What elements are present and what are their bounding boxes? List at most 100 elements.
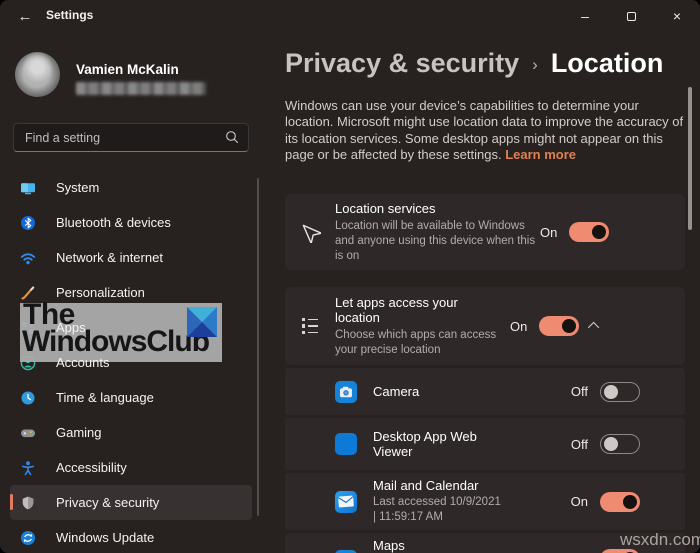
site-watermark: wsxdn.com (620, 530, 700, 550)
app-name: Camera (373, 384, 571, 399)
system-icon (20, 180, 36, 196)
camera-toggle[interactable] (600, 382, 640, 402)
windowsclub-watermark: The WindowsClub (20, 303, 222, 362)
app-last-accessed-date: Last accessed 10/9/2021 (373, 495, 571, 510)
location-arrow-icon (285, 221, 335, 243)
sidebar-item-label: Windows Update (56, 530, 154, 545)
user-email-redacted (76, 82, 206, 95)
chevron-right-icon: › (532, 55, 538, 75)
page-description: Windows can use your device’s capabiliti… (285, 98, 684, 163)
app-name: Maps (373, 538, 571, 553)
selected-accent-bar (10, 494, 13, 510)
window-title: Settings (46, 8, 93, 22)
sidebar-item-label: System (56, 180, 99, 195)
app-last-accessed-time: | 11:59:17 AM (373, 510, 571, 525)
app-row-mail-calendar[interactable]: Mail and Calendar Last accessed 10/9/202… (285, 473, 685, 530)
bluetooth-icon (20, 215, 36, 231)
mail-app-icon (335, 491, 357, 513)
setting-title: Let apps access your location (335, 295, 490, 325)
toggle-knob (562, 319, 576, 333)
collapse-chevron-icon[interactable] (588, 322, 599, 333)
setting-subtitle: Choose which apps can access your precis… (335, 328, 507, 358)
camera-app-icon (335, 381, 357, 403)
user-name: Vamien McKalin (76, 62, 179, 77)
app-controls: Off (571, 434, 685, 454)
toggle-state-label: Off (571, 384, 588, 399)
desktop-app-web-viewer-toggle[interactable] (600, 434, 640, 454)
setting-controls: On (540, 222, 632, 242)
sidebar-item-label: Gaming (56, 425, 102, 440)
let-apps-access-toggle[interactable] (539, 316, 579, 336)
setting-subtitle: Location will be available to Windows an… (335, 219, 540, 264)
settings-window: ← Settings – × Vamien McKalin System Blu… (0, 0, 700, 553)
page-title: Location (551, 48, 664, 79)
search-input[interactable] (13, 123, 249, 152)
back-button[interactable]: ← (13, 5, 37, 27)
sidebar-item-system[interactable]: System (10, 170, 252, 205)
avatar[interactable] (15, 52, 60, 97)
toggle-state-label: On (571, 494, 588, 509)
sidebar-item-label: Accessibility (56, 460, 127, 475)
breadcrumb-parent[interactable]: Privacy & security (285, 48, 519, 79)
sidebar-item-gaming[interactable]: Gaming (10, 415, 252, 450)
sidebar-item-label: Personalization (56, 285, 145, 300)
minimize-button[interactable]: – (562, 0, 608, 32)
description-text: Windows can use your device’s capabiliti… (285, 98, 683, 162)
toggle-knob (592, 225, 606, 239)
maximize-icon (627, 12, 636, 21)
toggle-state-label: On (540, 225, 557, 240)
sidebar-item-label: Apps (56, 320, 86, 335)
toggle-state-label: Off (571, 437, 588, 452)
learn-more-link[interactable]: Learn more (505, 147, 576, 162)
app-controls: Off (571, 382, 685, 402)
setting-card-location-services[interactable]: Location services Location will be avail… (285, 194, 685, 270)
network-icon (20, 250, 36, 266)
shield-icon (20, 495, 36, 511)
mail-calendar-toggle[interactable] (600, 492, 640, 512)
app-name: Desktop App Web Viewer (373, 429, 513, 459)
breadcrumb: Privacy & security › Location (285, 48, 663, 79)
setting-title: Location services (335, 201, 540, 216)
app-name: Mail and Calendar (373, 478, 571, 493)
close-button[interactable]: × (654, 0, 700, 32)
windowsclub-logo-icon (187, 307, 217, 337)
window-controls: – × (562, 0, 700, 32)
toggle-state-label: On (510, 319, 527, 334)
time-language-icon (20, 390, 36, 406)
sidebar: Vamien McKalin System Bluetooth & device… (0, 32, 270, 553)
gaming-icon (20, 425, 36, 441)
app-controls: On (571, 492, 685, 512)
sidebar-item-label: Privacy & security (56, 495, 159, 510)
desktop-app-web-viewer-icon (335, 433, 357, 455)
main-scrollbar-thumb[interactable] (688, 87, 692, 230)
location-services-toggle[interactable] (569, 222, 609, 242)
watermark-line2: WindowsClub (22, 325, 209, 359)
sidebar-item-time-language[interactable]: Time & language (10, 380, 252, 415)
sidebar-item-label: Accounts (56, 355, 109, 370)
toggle-knob (604, 437, 618, 451)
sidebar-item-privacy-security[interactable]: Privacy & security (10, 485, 252, 520)
toggle-knob (604, 385, 618, 399)
sidebar-item-accessibility[interactable]: Accessibility (10, 450, 252, 485)
toggle-knob (623, 495, 637, 509)
sidebar-item-label: Bluetooth & devices (56, 215, 171, 230)
maximize-button[interactable] (608, 0, 654, 32)
search-icon (225, 130, 239, 144)
update-icon (20, 530, 36, 546)
sidebar-item-windows-update[interactable]: Windows Update (10, 520, 252, 553)
accessibility-icon (20, 460, 36, 476)
search-box (13, 123, 249, 152)
app-row-desktop-app-web-viewer[interactable]: Desktop App Web Viewer Off (285, 418, 685, 470)
back-arrow-icon: ← (18, 8, 33, 25)
main-content: Privacy & security › Location Windows ca… (285, 32, 700, 553)
sidebar-item-network[interactable]: Network & internet (10, 240, 252, 275)
app-row-camera[interactable]: Camera Off (285, 368, 685, 415)
sidebar-scrollbar[interactable] (257, 178, 259, 516)
sidebar-item-label: Network & internet (56, 250, 163, 265)
app-list-icon (285, 318, 335, 335)
setting-card-let-apps-access[interactable]: Let apps access your location Choose whi… (285, 287, 685, 365)
titlebar: ← Settings – × (0, 0, 700, 32)
setting-controls: On (510, 316, 622, 336)
sidebar-item-bluetooth[interactable]: Bluetooth & devices (10, 205, 252, 240)
sidebar-item-label: Time & language (56, 390, 154, 405)
